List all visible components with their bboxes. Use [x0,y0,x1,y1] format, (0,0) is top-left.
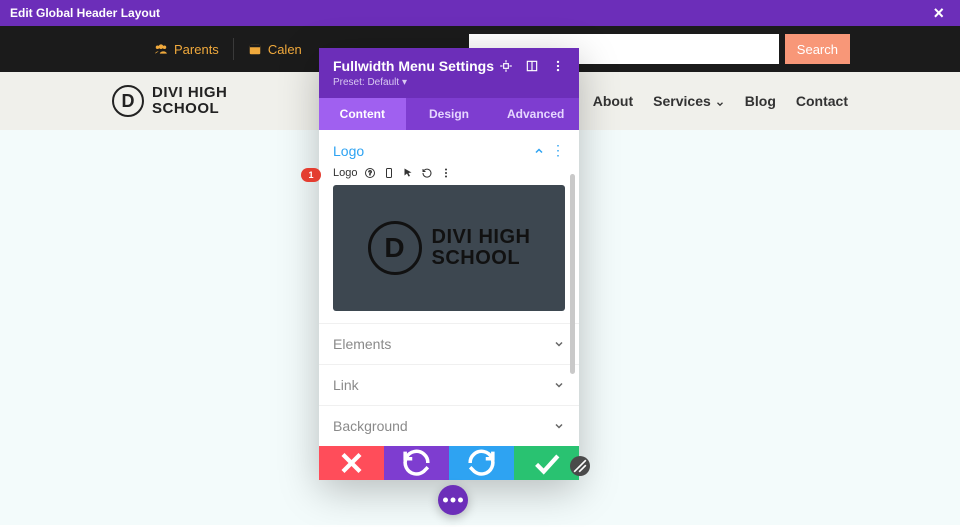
topnav-parents[interactable]: Parents [140,39,233,59]
chevron-down-icon[interactable] [553,420,565,432]
modal-tabs: Content Design Advanced [319,98,579,130]
svg-text:?: ? [369,171,373,177]
preview-logo-mark: D [368,221,422,275]
caret-down-icon: ▾ [402,77,407,88]
preview-line1: DIVI HIGH [432,227,531,248]
users-icon [154,42,168,56]
delete-button[interactable] [319,446,384,480]
modal-title: Fullwidth Menu Settings [333,58,494,74]
logo-line1: DIVI HIGH [152,85,227,101]
tab-design[interactable]: Design [406,98,493,130]
section-background-title[interactable]: Background [333,418,408,434]
chevron-down-icon[interactable] [553,338,565,350]
resize-handle[interactable] [570,456,590,476]
logo-line2: SCHOOL [152,101,227,117]
reset-icon[interactable] [421,167,433,179]
section-logo-title[interactable]: Logo [333,143,364,159]
nav-blog[interactable]: Blog [745,93,776,109]
site-logo[interactable]: D DIVI HIGH SCHOOL [112,85,227,117]
cursor-icon[interactable] [402,167,414,179]
global-header-title: Edit Global Header Layout [10,6,160,20]
chevron-down-icon [715,96,725,106]
logo-mark: D [112,85,144,117]
search-button[interactable]: Search [785,34,850,64]
settings-modal: Fullwidth Menu Settings Preset: Default … [319,48,579,480]
section-link-title[interactable]: Link [333,377,359,393]
section-elements-title[interactable]: Elements [333,336,391,352]
logo-field-label: Logo [333,167,357,179]
undo-button[interactable] [384,446,449,480]
chevron-down-icon[interactable] [553,379,565,391]
modal-body: Logo ⋮ Logo ? D DIVI HIGH S [319,130,579,446]
layout-icon[interactable] [525,59,539,73]
tab-advanced[interactable]: Advanced [492,98,579,130]
tab-content[interactable]: Content [319,98,406,130]
modal-header: Fullwidth Menu Settings Preset: Default … [319,48,579,98]
preset-label[interactable]: Preset: Default ▾ [333,77,565,88]
close-icon[interactable]: × [927,3,950,24]
step-badge-1: 1 [301,168,321,182]
kebab-icon[interactable] [551,59,565,73]
topnav-parents-label: Parents [174,42,219,57]
topnav-calendar-label: Calen [268,42,302,57]
redo-button[interactable] [449,446,514,480]
target-icon[interactable] [499,59,513,73]
chevron-up-icon[interactable] [533,145,545,157]
nav-services[interactable]: Services [653,93,725,109]
modal-scrollbar[interactable] [570,174,575,418]
tablet-icon[interactable] [383,167,395,179]
nav-about[interactable]: About [593,93,633,109]
preview-line2: SCHOOL [432,248,531,269]
calendar-icon [248,42,262,56]
more-fab[interactable] [438,485,468,515]
section-options-icon[interactable]: ⋮ [551,142,565,159]
help-icon[interactable]: ? [364,167,376,179]
logo-preview[interactable]: D DIVI HIGH SCHOOL [333,185,565,311]
nav-services-label: Services [653,93,711,109]
nav-contact[interactable]: Contact [796,93,848,109]
field-options-icon[interactable] [440,167,452,179]
topnav-calendar[interactable]: Calen [234,39,316,59]
